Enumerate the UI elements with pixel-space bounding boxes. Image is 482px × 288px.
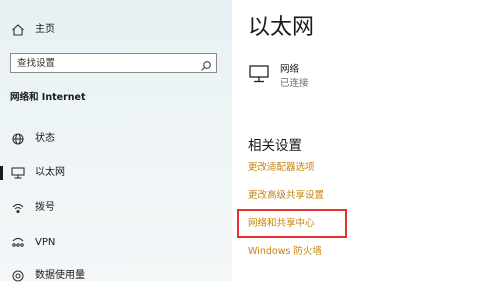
highlight-box	[237, 209, 347, 238]
change-advanced-sharing-link[interactable]: 更改高级共享设置	[248, 189, 324, 202]
ethernet-monitor-icon	[248, 64, 270, 84]
change-adapter-options-link[interactable]: 更改适配器选项	[248, 161, 315, 174]
vpn-icon	[10, 235, 26, 251]
sidebar-item-label: 拨号	[35, 202, 55, 213]
sidebar-item-vpn[interactable]: VPN	[0, 231, 232, 255]
network-status: 已连接	[280, 78, 309, 89]
search-input[interactable]: 查找设置	[10, 53, 217, 73]
related-settings-title: 相关设置	[248, 138, 302, 154]
sidebar-item-label: 以太网	[35, 167, 65, 178]
dialup-icon	[10, 200, 26, 216]
sidebar-item-data-usage[interactable]: 数据使用量	[0, 264, 232, 288]
globe-icon	[10, 131, 26, 147]
sidebar-item-label: VPN	[35, 237, 56, 248]
sidebar-item-label: 状态	[35, 133, 55, 144]
sidebar-item-ethernet[interactable]: 以太网	[0, 161, 232, 185]
data-usage-icon	[10, 268, 26, 284]
sidebar-item-label: 主页	[35, 24, 55, 35]
search-placeholder: 查找设置	[17, 58, 56, 69]
section-title: 网络和 Internet	[10, 92, 86, 103]
sidebar: 主页 查找设置 网络和 Internet 状态 以太网 拨号 VPN 数据使用量	[0, 0, 232, 282]
network-name[interactable]: 网络	[280, 63, 299, 76]
search-icon[interactable]	[200, 57, 212, 71]
page-title: 以太网	[248, 15, 315, 40]
ethernet-icon	[10, 165, 26, 181]
sidebar-item-status[interactable]: 状态	[0, 127, 232, 151]
sidebar-item-dialup[interactable]: 拨号	[0, 196, 232, 220]
home-icon	[10, 22, 26, 38]
sidebar-item-home[interactable]: 主页	[0, 18, 232, 42]
windows-firewall-link[interactable]: Windows 防火墙	[248, 245, 322, 258]
